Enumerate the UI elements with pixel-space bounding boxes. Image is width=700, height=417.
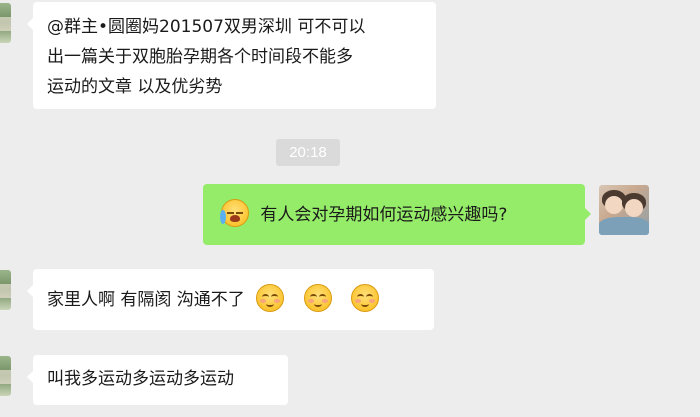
message-line: 运动的文章 以及优劣势 [47, 77, 223, 97]
sender-avatar[interactable] [0, 356, 11, 396]
crying-face-icon [220, 199, 249, 227]
message-text: 有人会对孕期如何运动感兴趣吗? [260, 205, 508, 225]
message-bubble-incoming[interactable]: 家里人啊 有隔阂 沟通不了 [27, 269, 434, 330]
smile-icon [256, 284, 285, 312]
sender-avatar[interactable] [0, 270, 11, 310]
message-text: 家里人啊 有隔阂 沟通不了 [47, 290, 245, 310]
my-avatar[interactable] [599, 185, 649, 235]
message-timestamp: 20:18 [276, 139, 340, 166]
message-bubble-incoming[interactable]: 叫我多运动多运动多运动 [27, 355, 288, 405]
message-text: 叫我多运动多运动多运动 [47, 369, 234, 389]
sender-avatar[interactable] [0, 3, 11, 43]
message-line: @群主•圆圈妈201507双男深圳 可不可以 [47, 17, 366, 37]
message-bubble-incoming[interactable]: @群主•圆圈妈201507双男深圳 可不可以 出一篇关于双胞胎孕期各个时间段不能… [27, 2, 436, 109]
smile-icon [303, 284, 332, 312]
smile-icon [351, 284, 380, 312]
chat-window: @群主•圆圈妈201507双男深圳 可不可以 出一篇关于双胞胎孕期各个时间段不能… [0, 0, 700, 417]
message-bubble-outgoing[interactable]: 有人会对孕期如何运动感兴趣吗? [203, 184, 591, 245]
message-line: 出一篇关于双胞胎孕期各个时间段不能多 [47, 47, 353, 67]
